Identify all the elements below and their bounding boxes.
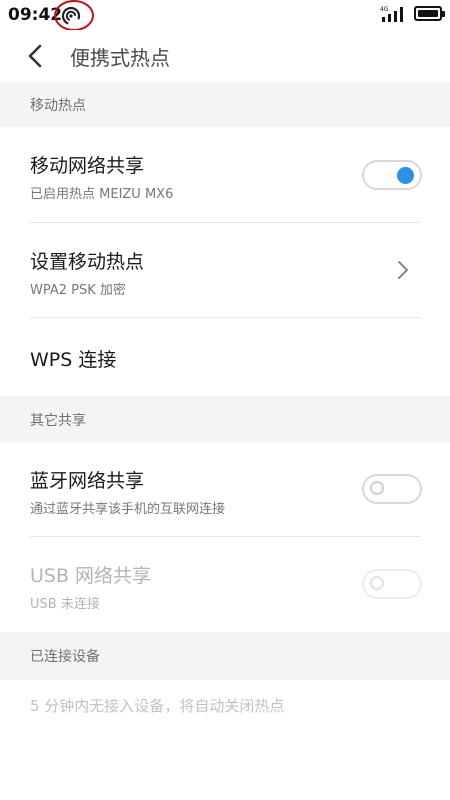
title-bar: 便携式热点 [0,30,450,82]
section-header-mobile-hotspot: 移动热点 [0,82,450,127]
toggle-knob [370,481,384,495]
row-subtitle: 已启用热点 MEIZU MX6 [30,187,174,202]
toggle-knob [370,576,384,590]
row-title: 蓝牙网络共享 [30,470,145,492]
section-title: 已连接设备 [30,649,100,665]
setup-hotspot-row[interactable]: 设置移动热点 WPA2 PSK 加密 [0,223,450,318]
section-header-connected-devices: 已连接设备 [0,632,450,680]
annotation-circle [54,0,94,31]
usb-sharing-row[interactable]: USB 网络共享 USB 未连接 [0,537,450,632]
row-title: WPS 连接 [30,349,117,371]
usb-sharing-toggle[interactable] [362,569,422,599]
back-arrow-icon[interactable] [22,42,50,70]
signal-icon: 4G [380,6,403,22]
row-title: USB 网络共享 [30,565,152,587]
toggle-knob [397,166,414,184]
chevron-right-icon [398,261,408,279]
bluetooth-sharing-row[interactable]: 蓝牙网络共享 通过蓝牙共享该手机的互联网连接 [0,442,450,537]
section-title: 其它共享 [30,413,86,429]
section-header-other-sharing: 其它共享 [0,396,450,442]
row-subtitle: WPA2 PSK 加密 [30,283,126,298]
page-title: 便携式热点 [70,46,170,70]
row-subtitle: USB 未连接 [30,597,100,612]
mobile-network-sharing-row[interactable]: 移动网络共享 已启用热点 MEIZU MX6 [0,127,450,223]
wps-connect-row[interactable]: WPS 连接 [0,318,450,396]
section-title: 移动热点 [30,98,86,114]
network-type-label: 4G [380,6,389,13]
row-title: 移动网络共享 [30,155,145,177]
mobile-network-sharing-toggle[interactable] [362,160,422,190]
row-subtitle: 通过蓝牙共享该手机的互联网连接 [30,502,226,517]
battery-icon [414,6,445,21]
no-devices-message: 5 分钟内无接入设备，将自动关闭热点 [30,697,285,715]
bluetooth-sharing-toggle[interactable] [362,474,422,504]
row-title: 设置移动热点 [30,251,145,273]
